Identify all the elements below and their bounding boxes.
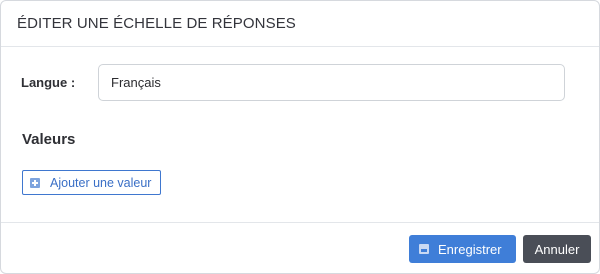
- cancel-button[interactable]: Annuler: [523, 235, 591, 263]
- plus-icon: [30, 177, 40, 188]
- values-heading: Valeurs: [22, 131, 76, 148]
- modal-header: ÉDITER UNE ÉCHELLE DE RÉPONSES: [1, 1, 599, 47]
- modal-footer: Enregistrer Annuler: [1, 222, 599, 273]
- language-input[interactable]: [98, 64, 565, 101]
- modal-title: ÉDITER UNE ÉCHELLE DE RÉPONSES: [17, 15, 296, 32]
- save-button-label: Enregistrer: [438, 241, 502, 257]
- floppy-disk-icon: [419, 244, 429, 254]
- language-field-row: Langue :: [21, 64, 565, 101]
- add-value-label: Ajouter une valeur: [50, 175, 152, 190]
- modal-body: Langue : Valeurs Ajouter une valeur: [1, 47, 599, 222]
- save-button[interactable]: Enregistrer: [409, 235, 516, 263]
- add-value-button[interactable]: Ajouter une valeur: [22, 170, 162, 195]
- edit-scale-modal: ÉDITER UNE ÉCHELLE DE RÉPONSES Langue : …: [0, 0, 600, 274]
- language-label: Langue :: [21, 75, 76, 90]
